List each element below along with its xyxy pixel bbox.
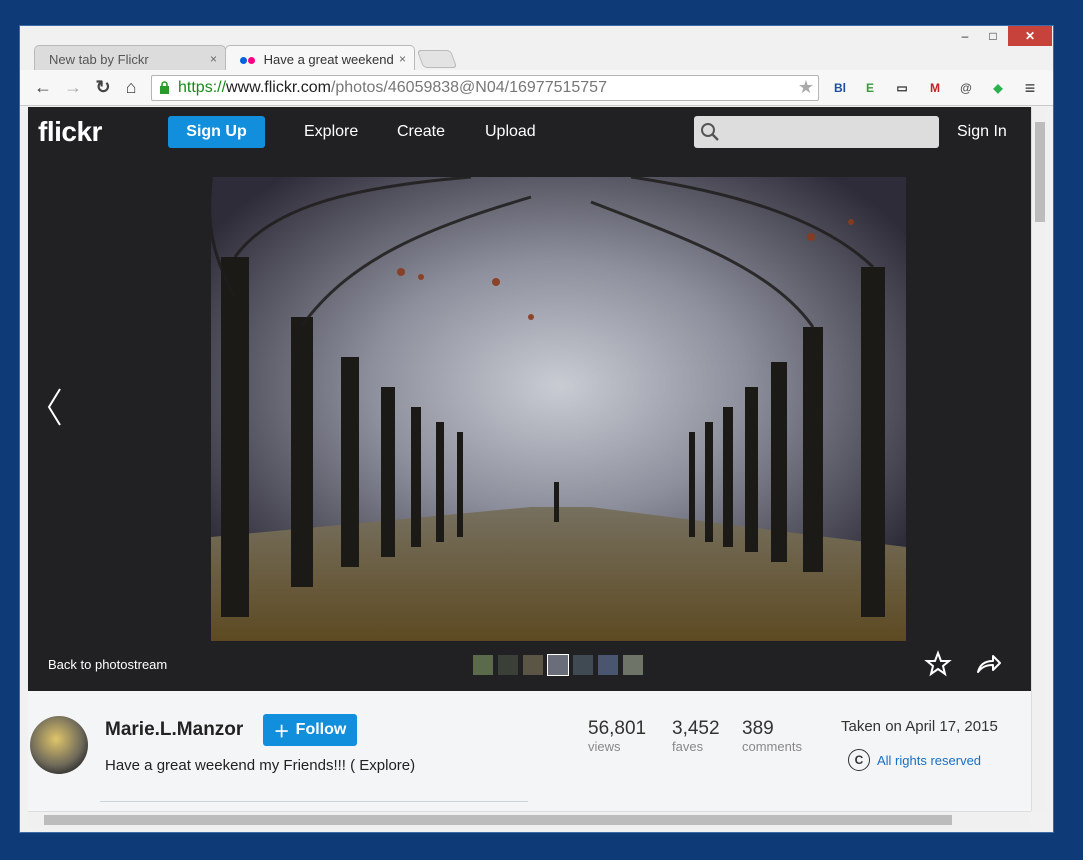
copyright-icon: C bbox=[848, 749, 870, 771]
main-photo[interactable] bbox=[211, 177, 906, 641]
scrollbar-thumb[interactable] bbox=[1035, 122, 1045, 222]
tab-close-icon[interactable]: × bbox=[399, 52, 406, 66]
search-input[interactable] bbox=[694, 116, 939, 148]
sign-in-link[interactable]: Sign In bbox=[957, 123, 1007, 141]
tab-label: New tab by Flickr bbox=[49, 52, 149, 67]
flickr-favicon-icon bbox=[240, 52, 256, 67]
tab-new-tab[interactable]: New tab by Flickr × bbox=[34, 45, 226, 71]
flickr-navbar: flickr Sign Up Explore Create Upload Sig… bbox=[28, 107, 1031, 157]
bookmark-star-icon[interactable]: ★ bbox=[798, 77, 814, 98]
menu-icon[interactable]: ≡ bbox=[1020, 78, 1040, 98]
favorite-star-icon[interactable] bbox=[924, 650, 952, 678]
back-to-photostream-link[interactable]: Back to photostream bbox=[48, 657, 167, 672]
stat-comments: 389 comments bbox=[742, 718, 802, 754]
plus-icon: ＋ bbox=[273, 724, 290, 741]
previous-photo-arrow-icon[interactable] bbox=[46, 387, 64, 427]
photostream-thumbnail[interactable] bbox=[498, 655, 518, 675]
stat-views: 56,801 views bbox=[588, 718, 646, 754]
photostream-thumbnail[interactable] bbox=[473, 655, 493, 675]
search-icon bbox=[701, 123, 719, 141]
gmail-icon[interactable]: M bbox=[925, 78, 945, 98]
follow-button[interactable]: ＋ Follow bbox=[263, 714, 357, 746]
browser-window: – □ ✕ New tab by Flickr × Have a great w… bbox=[19, 25, 1054, 833]
browser-toolbar: ← → ↻ ⌂ https://www.flickr.com/photos/46… bbox=[20, 70, 1053, 106]
home-icon[interactable]: ⌂ bbox=[120, 76, 142, 98]
page-viewport: flickr Sign Up Explore Create Upload Sig… bbox=[28, 107, 1031, 811]
tab-label: Have a great weekend bbox=[263, 52, 394, 67]
url-path: /photos/46059838@N04/16977515757 bbox=[330, 79, 607, 96]
photostream-thumbnail[interactable] bbox=[623, 655, 643, 675]
views-count: 56,801 bbox=[588, 718, 647, 739]
photostream-thumbnail[interactable] bbox=[598, 655, 618, 675]
follow-label: Follow bbox=[295, 721, 347, 738]
scrollbar-thumb[interactable] bbox=[44, 815, 952, 825]
photostream-thumbnail[interactable] bbox=[573, 655, 593, 675]
share-arrow-icon[interactable] bbox=[974, 650, 1002, 678]
tab-flickr-photo[interactable]: Have a great weekend × bbox=[225, 45, 415, 71]
lock-icon bbox=[160, 81, 169, 94]
photostream-thumbnail[interactable] bbox=[523, 655, 543, 675]
bl-icon[interactable]: Bl bbox=[830, 78, 850, 98]
comments-label: comments bbox=[742, 739, 802, 754]
nav-upload[interactable]: Upload bbox=[485, 123, 536, 141]
photo-info-panel: Marie.L.Manzor ＋ Follow Have a great wee… bbox=[28, 691, 1031, 811]
url-host: www.flickr.com bbox=[226, 79, 331, 96]
address-bar[interactable]: https://www.flickr.com/photos/46059838@N… bbox=[151, 75, 819, 101]
photo-title: Have a great weekend my Friends!!! ( Exp… bbox=[105, 757, 416, 774]
evernote-icon[interactable]: E bbox=[860, 78, 880, 98]
vertical-scrollbar[interactable] bbox=[1031, 107, 1047, 811]
taken-date[interactable]: Taken on April 17, 2015 bbox=[841, 718, 998, 735]
photo-stage: Back to photostream bbox=[28, 157, 1031, 691]
flickr-logo[interactable]: flickr bbox=[38, 116, 102, 148]
tab-close-icon[interactable]: × bbox=[210, 52, 217, 66]
url-scheme: https:// bbox=[178, 79, 227, 96]
forward-arrow-icon[interactable]: → bbox=[62, 76, 84, 98]
reload-icon[interactable]: ↻ bbox=[92, 76, 114, 98]
license-link[interactable]: All rights reserved bbox=[877, 753, 981, 768]
horizontal-scrollbar[interactable] bbox=[28, 811, 1031, 827]
photostream-thumbnails bbox=[473, 654, 643, 676]
faves-count: 3,452 bbox=[672, 718, 720, 739]
new-tab-button[interactable] bbox=[416, 50, 458, 68]
sign-up-button[interactable]: Sign Up bbox=[168, 116, 265, 148]
back-arrow-icon[interactable]: ← bbox=[32, 76, 54, 98]
stat-faves: 3,452 faves bbox=[672, 718, 720, 754]
owner-name[interactable]: Marie.L.Manzor bbox=[105, 719, 243, 741]
comments-count: 389 bbox=[742, 718, 774, 739]
nav-create[interactable]: Create bbox=[397, 123, 445, 141]
faves-label: faves bbox=[672, 739, 704, 754]
tab-strip: New tab by Flickr × Have a great weekend… bbox=[20, 42, 1053, 71]
ruler-icon[interactable]: ▭ bbox=[892, 78, 912, 98]
photostream-thumbnail[interactable] bbox=[547, 654, 569, 676]
divider bbox=[100, 801, 528, 802]
owner-avatar[interactable] bbox=[30, 716, 88, 774]
feedly-icon[interactable]: ◆ bbox=[988, 78, 1008, 98]
email-icon[interactable]: @ bbox=[956, 78, 976, 98]
views-label: views bbox=[588, 739, 621, 754]
nav-explore[interactable]: Explore bbox=[304, 123, 358, 141]
